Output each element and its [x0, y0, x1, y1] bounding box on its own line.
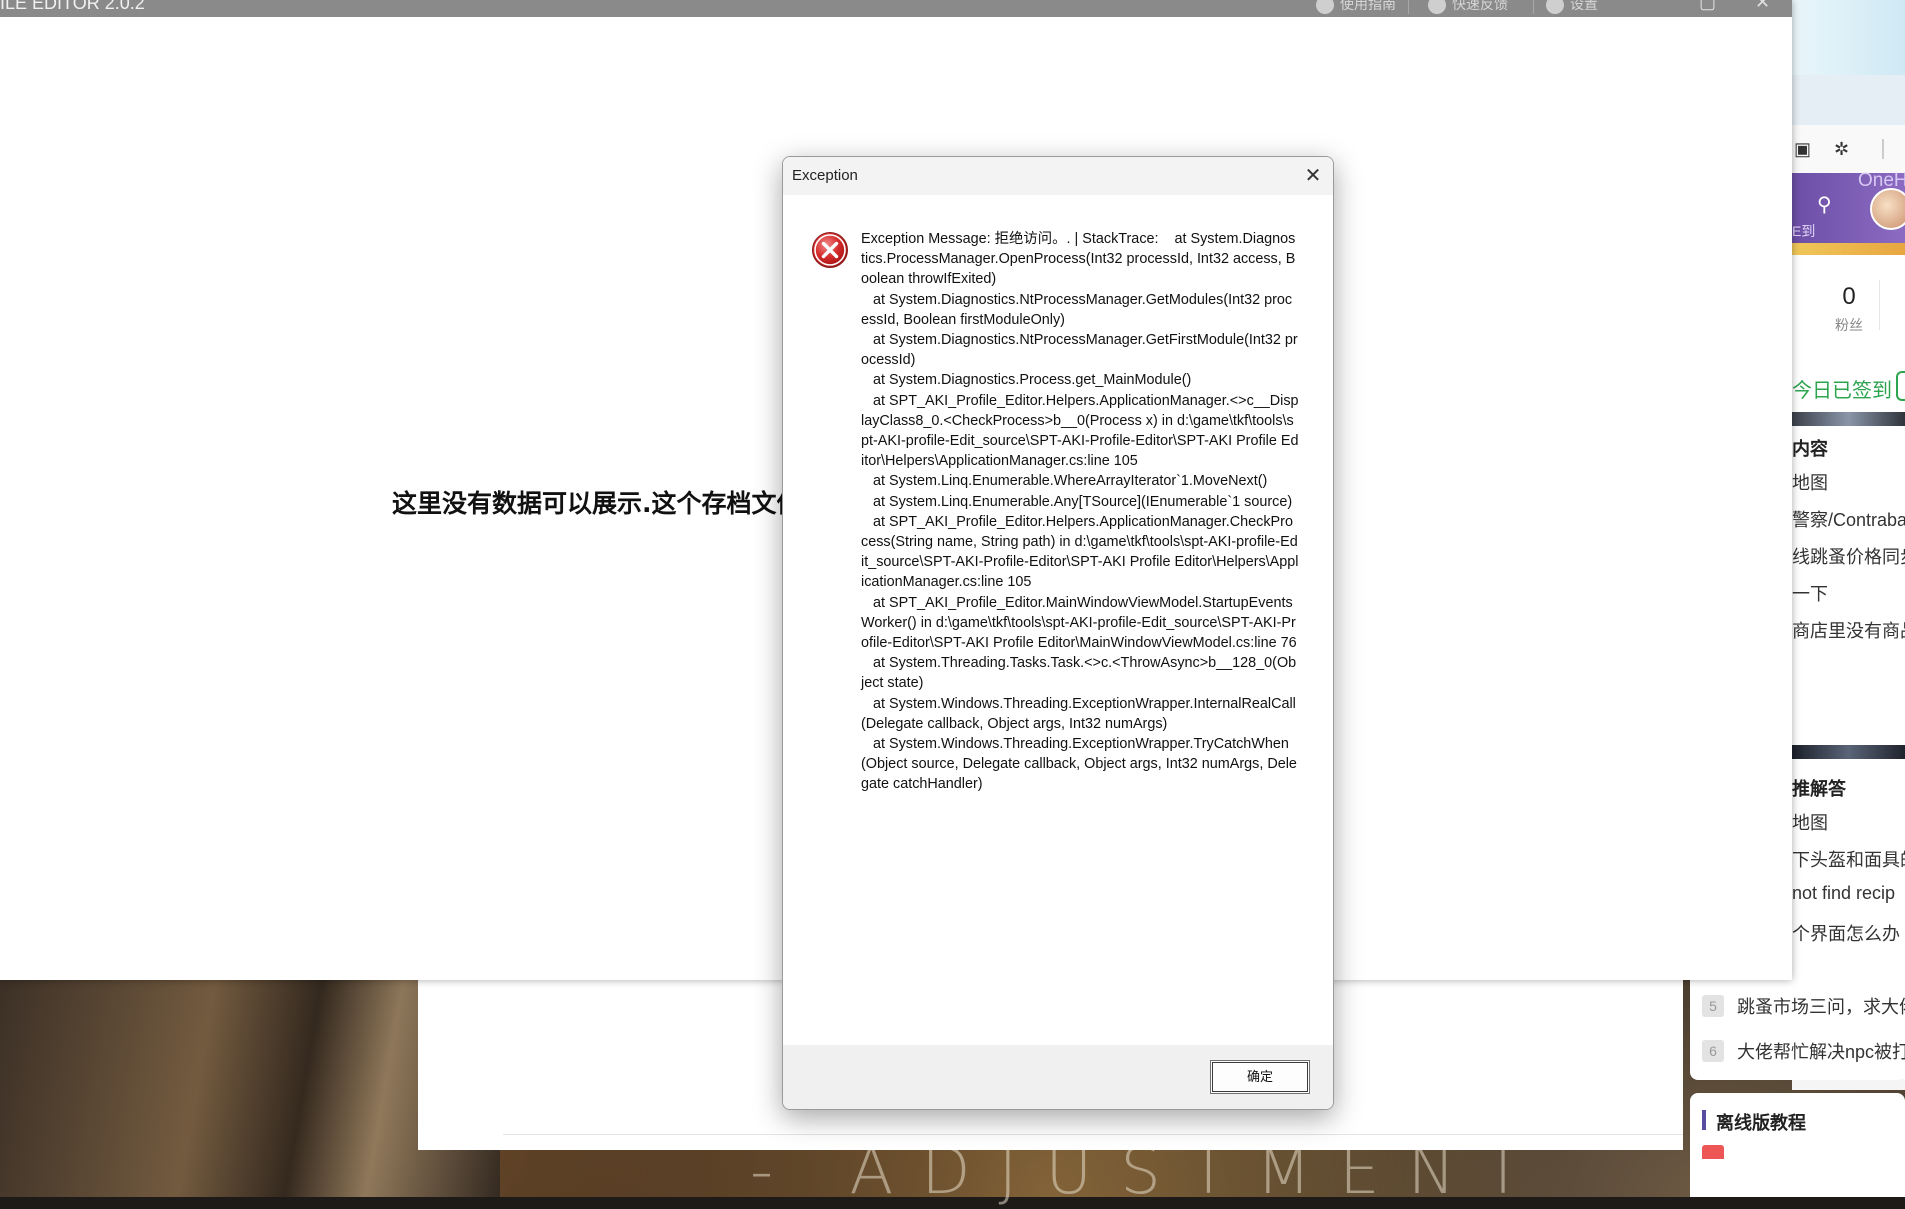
- editor-title: ILE EDITOR 2.0.2: [0, 0, 145, 13]
- list-item[interactable]: 线跳蚤价格同步: [1792, 543, 1905, 569]
- profile-divider: [1879, 280, 1880, 330]
- browser-sidebar: ▣ ✲ OneHund ⚲ E到 0 粉丝 今日已签到 内容 地图 警察/Con…: [1792, 0, 1905, 1090]
- close-icon[interactable]: ✕: [1755, 0, 1770, 13]
- dialog-body: Exception Message: 拒绝访问。. | StackTrace: …: [783, 195, 1333, 1045]
- list-item[interactable]: 下头盔和面具的: [1792, 846, 1905, 872]
- feedback-button[interactable]: 快速反馈: [1428, 0, 1508, 15]
- dialog-title: Exception: [792, 167, 858, 184]
- feedback-icon: [1428, 0, 1446, 15]
- exception-message: Exception Message: 拒绝访问。. | StackTrace: …: [861, 231, 1299, 793]
- dialog-close-button[interactable]: ✕: [1301, 164, 1325, 188]
- dialog-footer: 确定: [783, 1045, 1333, 1109]
- rank-number: 5: [1702, 995, 1724, 1017]
- ok-button[interactable]: 确定: [1210, 1060, 1310, 1094]
- wrench-icon: [1546, 0, 1564, 15]
- list-item[interactable]: 个界面怎么办: [1792, 920, 1900, 946]
- reader-icon[interactable]: ▣: [1794, 139, 1814, 159]
- browser-toolbar: ▣ ✲: [1792, 125, 1905, 174]
- empty-message: 这里没有数据可以展示.这个存档文件: [392, 489, 802, 518]
- list-item[interactable]: 商店里没有商品: [1792, 617, 1905, 643]
- list-item[interactable]: not find recip: [1792, 883, 1895, 904]
- banner-image: [1792, 745, 1905, 759]
- section-title: 推解答: [1792, 779, 1846, 799]
- list-item[interactable]: 警察/Contraba: [1792, 506, 1905, 532]
- fans-count: 0: [1842, 283, 1856, 310]
- site-header-sub: E到: [1792, 223, 1816, 239]
- editor-titlebar: ILE EDITOR 2.0.2 使用指南 快速反馈 设置 ▢ ✕: [0, 0, 1792, 17]
- list-item[interactable]: 地图: [1792, 809, 1828, 835]
- maximize-icon[interactable]: ▢: [1699, 0, 1716, 13]
- ranked-item[interactable]: 跳蚤市场三问，求大佬: [1737, 993, 1905, 1019]
- dialog-titlebar: Exception ✕: [783, 157, 1333, 195]
- toolbar-separator: [1533, 0, 1534, 14]
- guide-button[interactable]: 使用指南: [1316, 0, 1396, 15]
- hot-badge: [1702, 1145, 1724, 1159]
- extensions-icon[interactable]: ✲: [1834, 139, 1854, 159]
- browser-page-divider: [503, 1134, 1683, 1135]
- avatar[interactable]: [1870, 188, 1905, 230]
- ranked-list-card: 5 跳蚤市场三问，求大佬 6 大佬帮忙解决npc被打: [1690, 980, 1905, 1080]
- browser-tabbar: [1792, 75, 1905, 125]
- tutorial-accent: [1702, 1110, 1706, 1130]
- error-icon: [812, 232, 848, 268]
- sign-in-button[interactable]: [1896, 371, 1905, 401]
- ranked-item[interactable]: 大佬帮忙解决npc被打: [1737, 1038, 1905, 1064]
- banner-image: [1792, 412, 1905, 426]
- exception-dialog: Exception ✕ Exception Message: 拒绝访问。. | …: [782, 156, 1334, 1110]
- content-list: 内容 地图 警察/Contraba 线跳蚤价格同步 一下 商店里没有商品: [1792, 426, 1905, 746]
- toolbar-separator: [1408, 0, 1409, 14]
- help-icon: [1316, 0, 1334, 15]
- tutorial-title[interactable]: 离线版教程: [1716, 1109, 1806, 1135]
- list-item[interactable]: 地图: [1792, 469, 1828, 495]
- signed-in-status: 今日已签到: [1792, 380, 1892, 402]
- browser-titlebar: [1792, 0, 1905, 75]
- settings-button[interactable]: 设置: [1546, 0, 1598, 15]
- rank-number: 6: [1702, 1040, 1724, 1062]
- section-title: 内容: [1792, 439, 1828, 459]
- site-header-strip: [1792, 243, 1905, 255]
- toolbar-separator: [1882, 139, 1884, 159]
- fans-label: 粉丝: [1835, 317, 1863, 333]
- search-icon[interactable]: ⚲: [1817, 195, 1837, 215]
- list-item[interactable]: 一下: [1792, 580, 1828, 606]
